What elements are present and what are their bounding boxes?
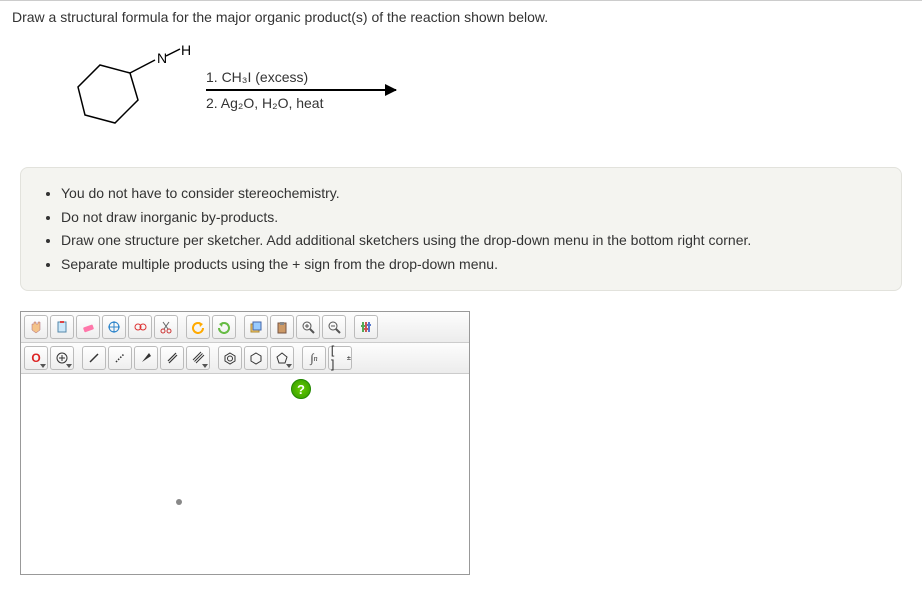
atom-label: O — [31, 351, 40, 365]
dotted-bond-button[interactable] — [108, 346, 132, 370]
dropdown-caret-icon — [40, 364, 46, 368]
hand-tool-button[interactable] — [24, 315, 48, 339]
reaction-arrow — [206, 89, 396, 91]
nitrogen-label: N — [157, 50, 167, 66]
canvas-center-dot — [176, 499, 182, 505]
curve-arrow-button[interactable]: ∫n — [302, 346, 326, 370]
toolbar-separator — [180, 315, 184, 339]
question-text: Draw a structural formula for the major … — [0, 1, 922, 37]
instruction-item: Do not draw inorganic by-products. — [61, 206, 883, 230]
wedge-bond-button[interactable] — [134, 346, 158, 370]
dropdown-caret-icon — [202, 364, 208, 368]
reaction-scheme: N H 1. CH₃I (excess) 2. Ag₂O, H₂O, heat — [0, 37, 922, 155]
single-bond-button[interactable] — [82, 346, 106, 370]
triple-bond-button[interactable] — [186, 346, 210, 370]
bond-nh — [166, 49, 180, 56]
undo-button[interactable] — [186, 315, 210, 339]
drawing-canvas[interactable]: ? — [21, 374, 469, 574]
cyclopentane-button[interactable] — [270, 346, 294, 370]
instruction-item: Separate multiple products using the + s… — [61, 253, 883, 277]
copy-special-button[interactable] — [244, 315, 268, 339]
brackets-button[interactable]: [ ]± — [328, 346, 352, 370]
eraser-button[interactable] — [76, 315, 100, 339]
zoom-in-button[interactable] — [296, 315, 320, 339]
cut-button[interactable] — [154, 315, 178, 339]
bond-cn — [130, 60, 155, 73]
charge-button[interactable] — [50, 346, 74, 370]
toolbar-separator — [76, 346, 80, 370]
view-tool-button[interactable] — [128, 315, 152, 339]
redo-button[interactable] — [212, 315, 236, 339]
hydrogen-label: H — [181, 45, 190, 58]
cyclohexane-ring — [78, 65, 138, 123]
help-button[interactable]: ? — [291, 379, 311, 399]
zoom-out-button[interactable] — [322, 315, 346, 339]
instruction-item: You do not have to consider stereochemis… — [61, 182, 883, 206]
toolbar-separator — [238, 315, 242, 339]
move-tool-button[interactable] — [102, 315, 126, 339]
instructions-panel: You do not have to consider stereochemis… — [20, 167, 902, 291]
dropdown-caret-icon — [66, 364, 72, 368]
instruction-item: Draw one structure per sketcher. Add add… — [61, 229, 883, 253]
toolbar-separator — [348, 315, 352, 339]
paste-button[interactable] — [270, 315, 294, 339]
dropdown-caret-icon — [286, 364, 292, 368]
toolbar-row-1 — [21, 312, 469, 343]
settings-button[interactable] — [354, 315, 378, 339]
reagents-block: 1. CH₃I (excess) 2. Ag₂O, H₂O, heat — [206, 67, 396, 113]
reagent-step-2: 2. Ag₂O, H₂O, heat — [206, 93, 396, 113]
atom-picker-button[interactable]: O — [24, 346, 48, 370]
molecule-sketcher: O ∫n [ ]± ? — [20, 311, 470, 575]
toolbar-row-2: O ∫n [ ]± — [21, 343, 469, 374]
clear-button[interactable] — [50, 315, 74, 339]
cyclohexane-button[interactable] — [244, 346, 268, 370]
double-bond-button[interactable] — [160, 346, 184, 370]
toolbar-separator — [296, 346, 300, 370]
toolbar-separator — [212, 346, 216, 370]
benzene-ring-button[interactable] — [218, 346, 242, 370]
reactant-structure: N H — [60, 45, 190, 135]
reagent-step-1: 1. CH₃I (excess) — [206, 67, 396, 87]
